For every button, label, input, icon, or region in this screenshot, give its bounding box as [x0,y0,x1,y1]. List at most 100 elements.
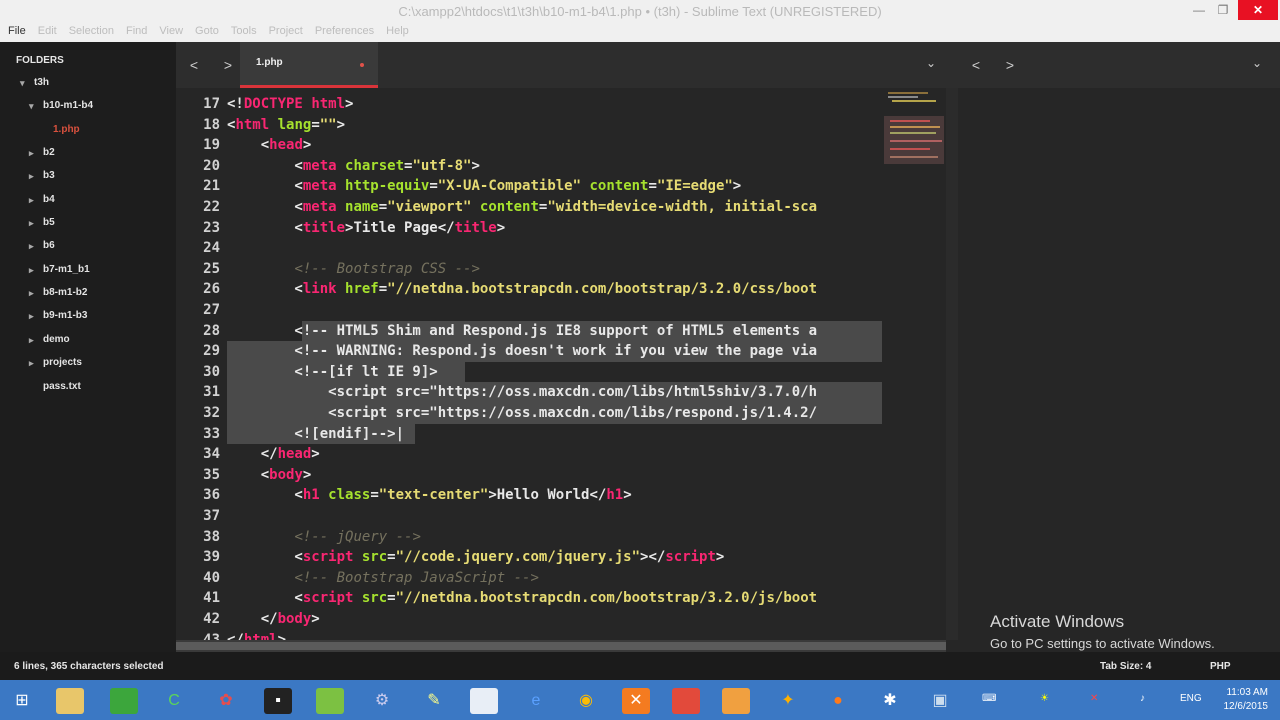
minimap-line [892,100,936,102]
sublime-text-icon[interactable] [722,688,750,714]
tree-folder-label: b10-m1-b4 [43,100,94,111]
internet-explorer-icon[interactable]: e [522,688,550,714]
minimap-line [890,120,930,122]
tab-nav-back-button[interactable]: < [184,55,204,75]
tree-folder-label: demo [43,334,70,345]
minimap[interactable] [882,88,946,640]
tab-nav-forward-button[interactable]: > [1000,55,1020,75]
line-number: 40 [203,569,220,586]
folders-header: FOLDERS [16,55,64,66]
keyboard-icon[interactable]: ⌨ [982,693,996,704]
line-number: 26 [203,281,220,298]
collapse-arrow-icon: ▸ [29,195,34,205]
selection-status: 6 lines, 365 characters selected [14,661,164,672]
tree-folder-label: b6 [43,240,55,251]
app-window-icon[interactable]: ▣ [926,688,954,714]
firefox-icon[interactable]: ● [824,688,852,714]
app-green-icon[interactable] [110,688,138,714]
window-title: C:\xampp2\htdocs\t1\t3h\b10-m1-b4\1.php … [398,4,882,19]
menu-preferences[interactable]: Preferences [309,22,380,42]
code-editor[interactable]: 17 18 19 20 21 22 23 24 25 26 27 28 29 3… [176,88,946,640]
menu-edit[interactable]: Edit [32,22,63,42]
clock-date: 12/6/2015 [1223,701,1269,712]
tray-icon[interactable]: ☀ [1040,693,1049,704]
document-icon[interactable] [470,688,498,714]
menu-view[interactable]: View [153,22,189,42]
tray-alert-icon[interactable]: ✕ [1090,693,1098,704]
expand-arrow-icon: ▾ [29,101,34,111]
collapse-arrow-icon: ▸ [29,265,34,275]
line-number: 24 [203,240,220,257]
close-button[interactable]: ✕ [1238,0,1278,20]
tree-folder-label: b9-m1-b3 [43,310,88,321]
syntax-selector[interactable]: PHP [1210,661,1231,672]
unsaved-dot-icon[interactable] [360,63,364,67]
sidebar: FOLDERS ▾ t3h ▾ b10-m1-b4 1.php ▸ b2 ▸ b… [0,42,176,652]
menu-help[interactable]: Help [380,22,415,42]
tab-dropdown-button[interactable]: ⌄ [926,56,936,70]
filezilla-icon[interactable] [672,688,700,714]
chrome-icon[interactable]: ◉ [572,688,600,714]
menu-goto[interactable]: Goto [189,22,225,42]
app-green-c-icon[interactable]: C [160,688,188,714]
tab-nav-forward-button[interactable]: > [218,55,238,75]
file-explorer-icon[interactable] [56,688,84,714]
scrollbar-thumb[interactable] [176,642,946,650]
vertical-scrollbar[interactable] [946,88,958,640]
code-line: <!-- HTML5 Shim and Respond.js IE8 suppo… [227,322,818,339]
terminal-icon[interactable]: ▪ [264,688,292,714]
notepad-icon[interactable] [316,688,344,714]
line-number: 42 [203,611,220,627]
paint-icon[interactable]: ✿ [212,688,240,714]
maximize-button[interactable]: ❐ [1212,0,1234,20]
tree-folder-label: t3h [34,77,49,88]
menu-project[interactable]: Project [263,22,309,42]
collapse-arrow-icon: ▸ [29,358,34,368]
expand-arrow-icon: ▾ [20,78,25,88]
code-line: <script src="https://oss.maxcdn.com/libs… [227,384,818,401]
line-number: 22 [203,199,220,215]
menu-file[interactable]: File [2,22,32,42]
xampp-icon[interactable]: ✕ [622,688,650,714]
minimap-line [890,148,930,150]
menu-find[interactable]: Find [120,22,153,42]
menu-selection[interactable]: Selection [63,22,120,42]
line-number: 41 [203,590,220,607]
network-icon[interactable]: ⚙ [368,688,396,714]
editor-pane-right[interactable] [958,88,1280,652]
tab-size-selector[interactable]: Tab Size: 4 [1100,661,1152,672]
horizontal-scrollbar[interactable] [176,640,946,652]
tree-folder-label: b8-m1-b2 [43,287,88,298]
app-gear-icon[interactable]: ✱ [876,688,904,714]
tree-file-label: pass.txt [43,381,81,392]
line-number: 36 [203,487,220,504]
volume-icon[interactable]: ♪ [1140,693,1145,704]
line-number: 30 [203,363,220,380]
code-line: <!-- Bootstrap CSS --> [294,260,480,277]
minimize-button[interactable]: — [1188,0,1210,20]
collapse-arrow-icon: ▸ [29,148,34,158]
minimap-line [888,92,928,94]
menu-tools[interactable]: Tools [225,22,263,42]
code-line: <title>Title Page</title> [227,219,506,236]
code-area[interactable]: <!DOCTYPE html> <html lang=""> <head> <m… [227,88,887,640]
tab-nav-back-button[interactable]: < [966,55,986,75]
tree-folder-label: b3 [43,170,55,181]
windows-start-icon[interactable]: ⊞ [8,688,36,714]
windows-taskbar: ⊞ C ✿ ▪ ⚙ ✎ e ◉ ✕ ✦ ● ✱ ▣ ⌨ ☀ ✕ ♪ ENG 11… [0,680,1280,720]
code-line: <head> [227,137,312,154]
line-number: 29 [203,343,220,360]
line-number: 43 [203,631,220,640]
app-bird-icon[interactable]: ✦ [774,688,802,714]
collapse-arrow-icon: ▸ [29,288,34,298]
tools-icon[interactable]: ✎ [420,688,448,714]
tab-1-php[interactable]: 1.php [240,42,378,88]
window-titlebar: C:\xampp2\htdocs\t1\t3h\b10-m1-b4\1.php … [0,0,1280,22]
minimap-line [890,156,938,158]
tab-dropdown-button[interactable]: ⌄ [1252,56,1262,70]
line-number: 35 [203,466,220,483]
minimap-line [890,126,940,128]
tree-folder-label: b4 [43,194,55,205]
input-language[interactable]: ENG [1180,693,1202,704]
system-clock[interactable]: 11:03 AM 12/6/2015 [1218,686,1269,714]
